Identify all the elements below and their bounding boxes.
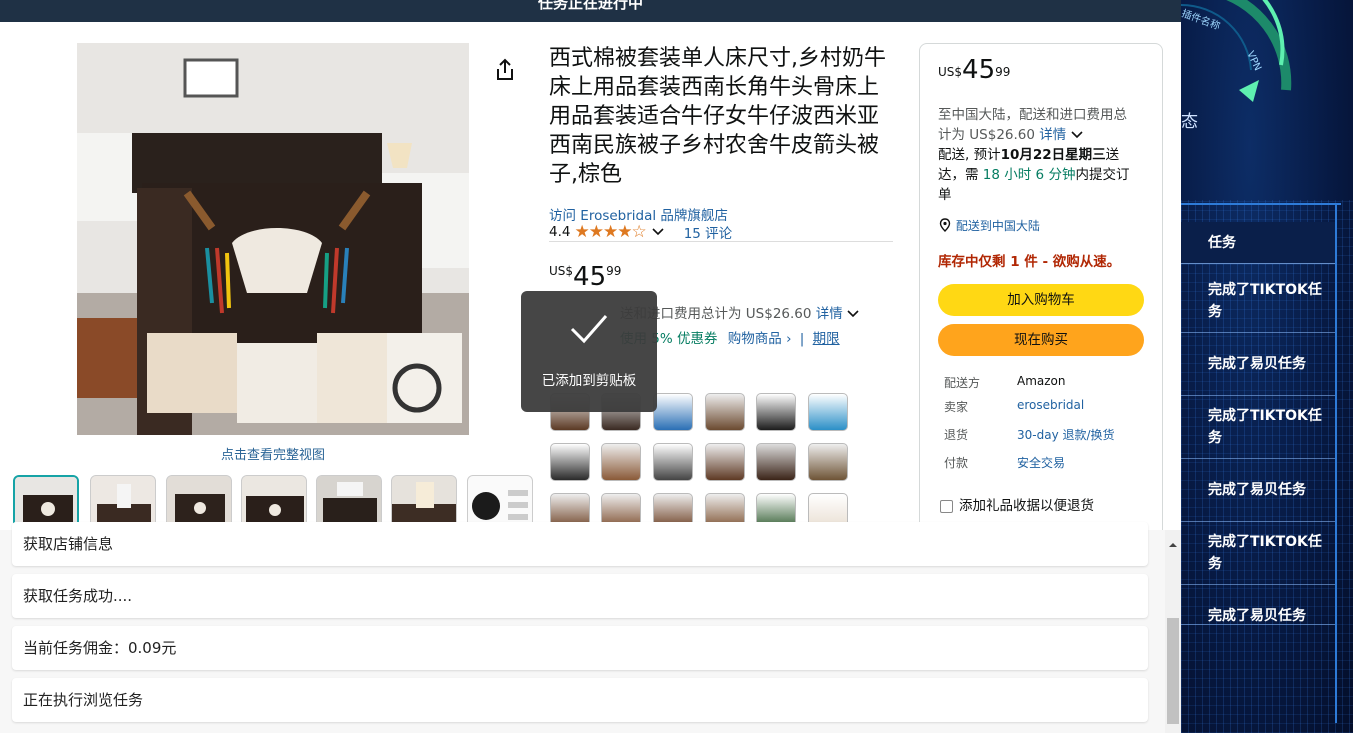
task-item: 完成了TIKTOK任务 <box>1181 524 1335 585</box>
chevron-down-icon[interactable] <box>1071 127 1083 143</box>
payment-link[interactable]: 安全交易 <box>1017 454 1065 471</box>
gauge-label: 插件名称 <box>1181 7 1222 33</box>
gift-receipt-label: 添加礼品收据以便退货 <box>959 498 1094 514</box>
price-currency: US$ <box>549 264 574 278</box>
style-swatch[interactable] <box>601 443 641 481</box>
status-fragment: 态 <box>1181 112 1198 132</box>
log-item: 正在执行浏览任务 <box>12 678 1148 722</box>
price-currency: US$ <box>938 65 963 79</box>
chevron-down-icon[interactable] <box>652 224 664 240</box>
gauge-vpn-label: VPN <box>1244 50 1263 73</box>
price-cents: 99 <box>606 264 622 278</box>
ships-from-value: Amazon <box>1017 374 1066 388</box>
returns-label: 退货 <box>944 428 969 442</box>
view-full-image-link[interactable]: 点击查看完整视图 <box>77 444 469 463</box>
style-swatch[interactable] <box>550 443 590 481</box>
stock-warning: 库存中仅剩 1 件 - 欲购从速。 <box>938 254 1121 270</box>
style-swatch[interactable] <box>808 443 848 481</box>
tasks-header: 任务 <box>1181 222 1335 264</box>
buy-now-button[interactable]: 现在购买 <box>938 324 1144 356</box>
screen: 任务正在进行中 点击查看完整视图 西式棉被套装单人床尺寸,乡村奶牛床上用品套装西… <box>0 0 1353 733</box>
style-swatch[interactable] <box>808 393 848 431</box>
main-product-image[interactable] <box>77 43 469 435</box>
toast-message: 已添加到剪贴板 <box>541 373 637 389</box>
reviews-link[interactable]: 15 评论 <box>684 222 732 242</box>
task-item: 完成了TIKTOK任务 <box>1181 272 1335 333</box>
location-pin-icon <box>938 218 952 233</box>
delivery-line2-suffix: 内提交订 <box>1075 167 1130 183</box>
chevron-down-icon[interactable] <box>847 306 859 322</box>
coupon-separator: | <box>799 331 805 347</box>
task-status-bar: 任务正在进行中 <box>0 0 1181 22</box>
shipping-details-link[interactable]: 详情 <box>816 306 843 322</box>
panel-frame-line <box>1181 203 1341 205</box>
task-item: 完成了TIKTOK任务 <box>1181 398 1335 459</box>
buybox-price: US$4599 <box>938 57 1011 84</box>
ships-from-label: 配送方 <box>944 376 981 390</box>
price-whole: 45 <box>962 55 996 85</box>
buybox-ship-line1: 至中国大陆，配送和进口费用总 <box>938 107 1127 123</box>
location-text[interactable]: 配送到中国大陆 <box>956 219 1040 233</box>
style-swatch[interactable] <box>756 393 796 431</box>
buybox-ship-line2: 计为 US$26.60 详情 <box>938 125 1083 145</box>
log-item: 获取店铺信息 <box>12 522 1148 566</box>
style-swatch[interactable] <box>756 443 796 481</box>
delivery-prefix: 配送, 预计 <box>938 147 1001 163</box>
delivery-line2: 达，需 18 小时 6 分钟内提交订 <box>938 165 1129 185</box>
returns-link[interactable]: 30-day 退款/换货 <box>1017 426 1115 443</box>
clipboard-toast: 已添加到剪贴板 <box>521 291 657 412</box>
delivery-line3: 单 <box>938 187 952 203</box>
task-item: 完成了易贝任务 <box>1181 585 1335 625</box>
delivery-line2-prefix: 达，需 <box>938 167 983 183</box>
share-icon[interactable] <box>494 58 516 82</box>
ship-details-link[interactable]: 详情 <box>1039 127 1066 143</box>
log-item: 当前任务佣金：0.09元 <box>12 626 1148 670</box>
price-whole: 45 <box>573 262 607 292</box>
product-price: US$4599 <box>549 262 621 292</box>
rating-value: 4.4 <box>549 223 571 240</box>
checkmark-icon <box>521 313 657 349</box>
rating-row: 4.4 ★★★★☆ 15 评论 <box>549 222 893 242</box>
task-status-title: 任务正在进行中 <box>537 0 643 12</box>
add-to-cart-button[interactable]: 加入购物车 <box>938 284 1144 316</box>
task-side-panel: 插件名称 VPN 态 任务 完成了TIKTOK任务 完成了易贝任务 完成了TIK… <box>1181 0 1353 733</box>
product-title: 西式棉被套装单人床尺寸,乡村奶牛床上用品套装西南长角牛头骨床上用品套装适合牛仔女… <box>549 46 886 187</box>
coupon-terms-link[interactable]: 期限 <box>813 331 840 347</box>
panel-frame-line <box>1335 203 1337 723</box>
log-item: 获取任务成功.... <box>12 574 1148 618</box>
gift-receipt-checkbox[interactable] <box>940 499 953 513</box>
style-swatch[interactable] <box>653 443 693 481</box>
seller-link[interactable]: erosebridal <box>1017 398 1084 412</box>
ship-total: 计为 US$26.60 <box>938 127 1035 143</box>
delivery-date: 10月22日星期三 <box>1000 147 1106 163</box>
rating-stars-icon[interactable]: ★★★★☆ <box>574 222 646 242</box>
task-item: 完成了易贝任务 <box>1181 459 1335 522</box>
payment-label: 付款 <box>944 456 969 470</box>
delivery-countdown: 18 小时 6 分钟 <box>982 167 1076 183</box>
gift-receipt-option: 添加礼品收据以便退货 <box>940 496 1094 516</box>
style-swatch[interactable] <box>705 443 745 481</box>
vpn-gauge-icon: 插件名称 VPN <box>1181 0 1292 102</box>
log-scrollbar-thumb[interactable] <box>1167 618 1179 724</box>
delivery-line1: 配送, 预计10月22日星期三送 <box>938 145 1119 165</box>
deliver-to-location[interactable]: 配送到中国大陆 <box>938 216 1040 236</box>
coupon-shop-link[interactable]: 购物商品 › <box>728 331 792 347</box>
style-swatch[interactable] <box>653 393 693 431</box>
seller-label: 卖家 <box>944 400 969 414</box>
scroll-up-arrow-icon[interactable] <box>1168 535 1178 547</box>
task-item: 完成了易贝任务 <box>1181 333 1335 396</box>
style-swatch[interactable] <box>705 393 745 431</box>
delivery-suffix: 送 <box>1105 147 1120 163</box>
price-cents: 99 <box>995 65 1011 79</box>
